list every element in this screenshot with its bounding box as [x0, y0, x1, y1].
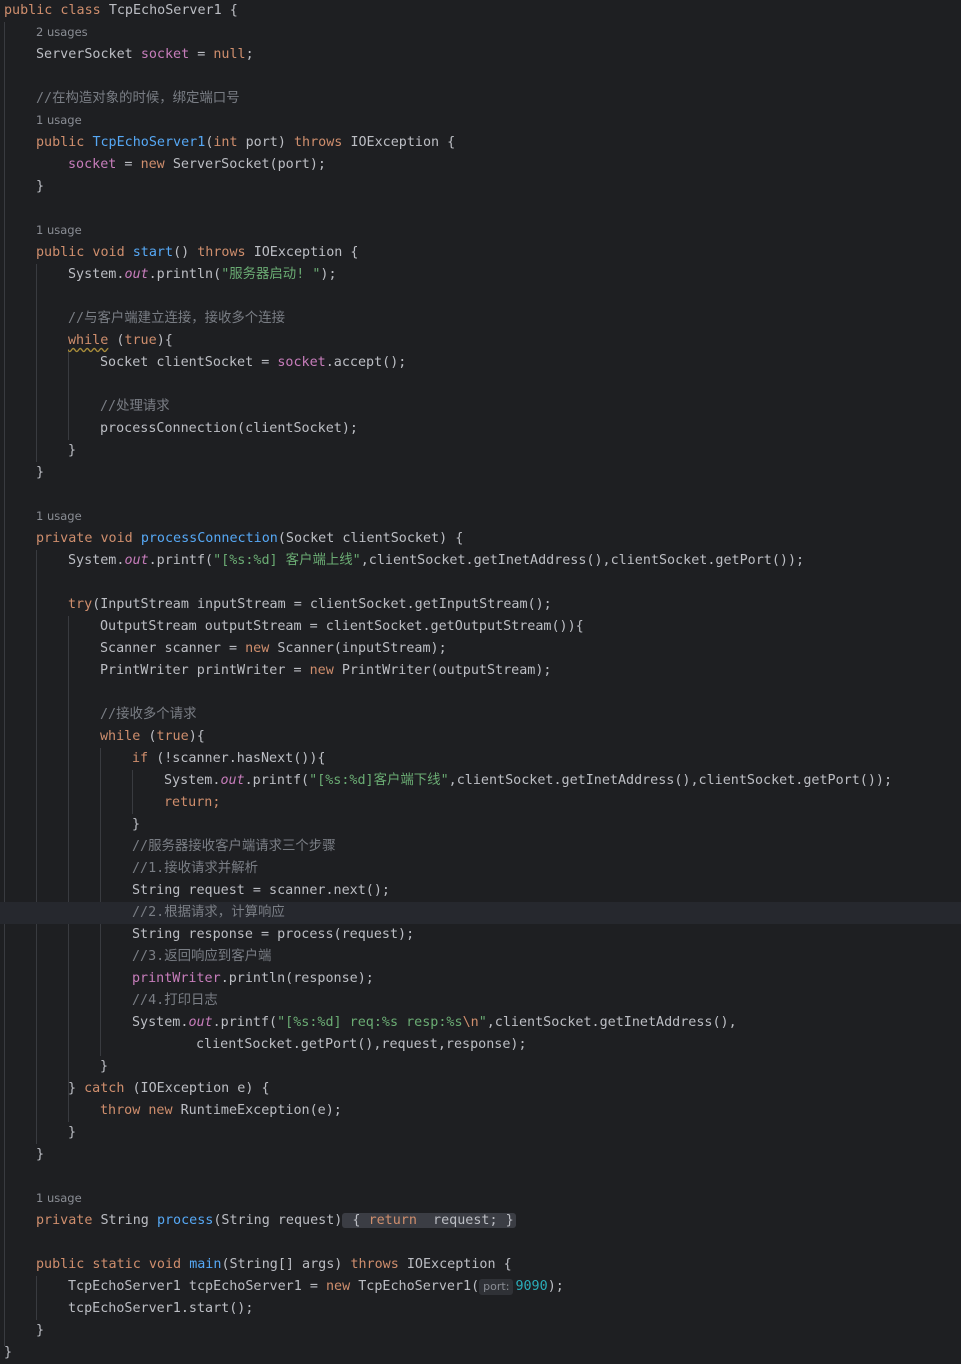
string-literal: "[%s:%d] 客户端上线"	[213, 553, 361, 568]
code-line[interactable]: }	[0, 814, 961, 836]
usage-hint[interactable]: 1 usage	[0, 504, 961, 526]
code-line[interactable]: private void processConnection(Socket cl…	[0, 528, 961, 550]
string-literal: "[%s:%d]客户端下线"	[309, 773, 449, 788]
current-line[interactable]: //2.根据请求，计算响应	[0, 902, 961, 924]
code-line[interactable]: socket = new ServerSocket(port);	[0, 154, 961, 176]
code-line[interactable]: String response = process(request);	[0, 924, 961, 946]
code-line[interactable]: }	[0, 1320, 961, 1342]
code-line[interactable]: public static void main(String[] args) t…	[0, 1254, 961, 1276]
code-line[interactable]: throw new RuntimeException(e);	[0, 1100, 961, 1122]
code-line[interactable]: ServerSocket socket = null;	[0, 44, 961, 66]
code-comment[interactable]: //接收多个请求	[0, 704, 961, 726]
code-line[interactable]: String request = scanner.next();	[0, 880, 961, 902]
code-editor[interactable]: public class TcpEchoServer1 { 2 usages S…	[0, 0, 961, 1360]
code-line[interactable]: PrintWriter printWriter = new PrintWrite…	[0, 660, 961, 682]
code-comment[interactable]: //3.返回响应到客户端	[0, 946, 961, 968]
parameter-hint: port:	[479, 1279, 514, 1295]
string-literal: "服务器启动! "	[221, 267, 321, 282]
code-line[interactable]: while (true){	[0, 726, 961, 748]
code-line[interactable]: public class TcpEchoServer1 {	[0, 0, 961, 22]
code-line[interactable]: try(InputStream inputStream = clientSock…	[0, 594, 961, 616]
code-line[interactable]: tcpEchoServer1.start();	[0, 1298, 961, 1320]
code-line[interactable]: public void start() throws IOException {	[0, 242, 961, 264]
code-line[interactable]: return;	[0, 792, 961, 814]
code-line[interactable]: }	[0, 176, 961, 198]
code-line[interactable]: public TcpEchoServer1(int port) throws I…	[0, 132, 961, 154]
code-line[interactable]: System.out.println("服务器启动! ");	[0, 264, 961, 286]
code-line[interactable]: Socket clientSocket = socket.accept();	[0, 352, 961, 374]
code-line[interactable]: }	[0, 1122, 961, 1144]
code-line[interactable]: } catch (IOException e) {	[0, 1078, 961, 1100]
code-line[interactable]: clientSocket.getPort(),request,response)…	[0, 1034, 961, 1056]
usage-hint[interactable]: 1 usage	[0, 218, 961, 240]
code-line[interactable]: printWriter.println(response);	[0, 968, 961, 990]
code-line[interactable]: }	[0, 462, 961, 484]
code-line[interactable]: if (!scanner.hasNext()){	[0, 748, 961, 770]
code-comment[interactable]: //4.打印日志	[0, 990, 961, 1012]
warning-underline: while	[68, 333, 109, 348]
code-comment[interactable]: //处理请求	[0, 396, 961, 418]
code-line[interactable]: processConnection(clientSocket);	[0, 418, 961, 440]
code-line[interactable]: while (true){	[0, 330, 961, 352]
usage-hint[interactable]: 1 usage	[0, 1186, 961, 1208]
code-comment[interactable]: //1.接收请求并解析	[0, 858, 961, 880]
code-line[interactable]: System.out.printf("[%s:%d]客户端下线",clientS…	[0, 770, 961, 792]
code-line[interactable]: Scanner scanner = new Scanner(inputStrea…	[0, 638, 961, 660]
usage-hint[interactable]: 2 usages	[0, 20, 961, 42]
code-comment[interactable]: //与客户端建立连接，接收多个连接	[0, 308, 961, 330]
code-line[interactable]: }	[0, 440, 961, 462]
folded-region[interactable]: { return request; }	[342, 1213, 516, 1228]
code-line[interactable]: System.out.printf("[%s:%d] req:%s resp:%…	[0, 1012, 961, 1034]
code-line[interactable]: }	[0, 1342, 961, 1364]
code-line[interactable]: TcpEchoServer1 tcpEchoServer1 = new TcpE…	[0, 1276, 961, 1298]
code-line[interactable]: private String process(String request) {…	[0, 1210, 961, 1232]
code-comment[interactable]: //在构造对象的时候，绑定端口号	[0, 88, 961, 110]
code-line[interactable]: System.out.printf("[%s:%d] 客户端上线",client…	[0, 550, 961, 572]
number-literal: 9090	[515, 1279, 548, 1294]
usage-hint[interactable]: 1 usage	[0, 108, 961, 130]
code-line[interactable]: }	[0, 1056, 961, 1078]
code-line[interactable]: OutputStream outputStream = clientSocket…	[0, 616, 961, 638]
code-comment[interactable]: //服务器接收客户端请求三个步骤	[0, 836, 961, 858]
code-line[interactable]: }	[0, 1144, 961, 1166]
